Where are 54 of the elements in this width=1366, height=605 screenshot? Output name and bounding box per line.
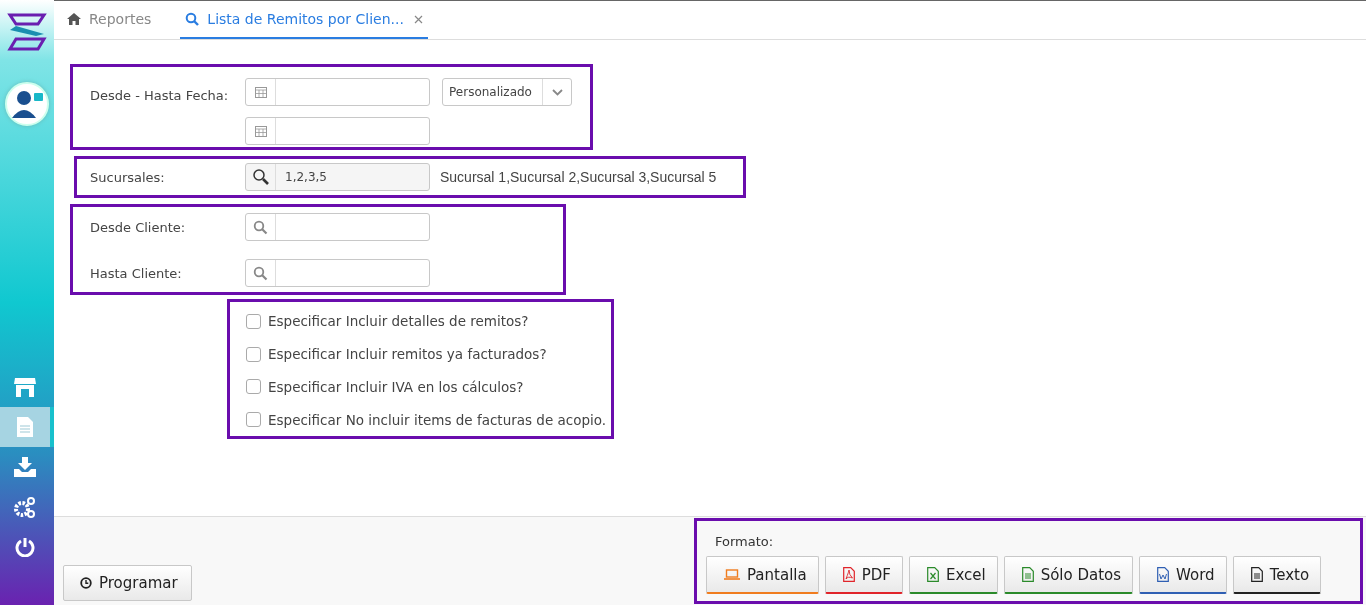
logo-icon <box>6 12 48 52</box>
word-file-icon <box>1157 567 1170 582</box>
date-field[interactable] <box>245 78 430 106</box>
format-button[interactable]: PDF <box>824 556 903 594</box>
format-button[interactable]: Excel <box>908 556 998 594</box>
clock-icon <box>80 577 92 589</box>
store-icon <box>14 376 36 398</box>
tab[interactable]: Reportes <box>62 1 157 39</box>
field-label: Desde - Hasta Fecha: <box>90 88 230 105</box>
checkbox[interactable] <box>246 379 261 395</box>
search-icon <box>253 219 268 235</box>
checkbox[interactable] <box>246 313 261 329</box>
excel-file-icon <box>926 567 939 582</box>
tab[interactable]: Lista de Remitos por Clien... <box>180 1 428 39</box>
search-icon <box>253 265 268 281</box>
branches-field[interactable]: 1,2,3,5 <box>245 163 430 191</box>
checkbox[interactable] <box>246 412 261 428</box>
field-label: Hasta Cliente: <box>90 265 183 281</box>
checkbox-label: Especificar No incluir items de facturas de acopio. <box>268 411 607 428</box>
tab-label: Lista de Remitos por Clien... <box>207 11 404 27</box>
pdf-file-icon <box>842 567 855 582</box>
field-label: Desde Cliente: <box>90 219 187 235</box>
tab-label: Reportes <box>89 11 152 27</box>
branch-names: Sucursal 1,Sucursal 2,Sucursal 3,Sucursal 5 <box>440 169 717 185</box>
checkbox-label: Especificar Incluir detalles de remitos? <box>268 313 529 330</box>
client-field[interactable] <box>245 259 430 287</box>
field-label: Sucursales: <box>90 169 166 185</box>
format-button[interactable]: Sólo Datos <box>1003 556 1134 594</box>
document-icon <box>17 417 33 437</box>
search-icon <box>185 12 200 26</box>
user-avatar[interactable] <box>5 82 49 126</box>
file-lines-icon <box>1021 567 1034 582</box>
home-icon <box>67 13 81 25</box>
download-icon <box>14 457 36 477</box>
power-icon <box>15 537 35 557</box>
close-icon[interactable] <box>413 14 423 24</box>
schedule-button[interactable]: Programar <box>63 565 192 601</box>
laptop-icon <box>724 569 740 580</box>
client-field[interactable] <box>245 213 430 241</box>
format-button[interactable]: Texto <box>1232 556 1322 594</box>
search-icon <box>251 168 270 186</box>
format-button[interactable]: Word <box>1139 556 1227 594</box>
calendar-icon <box>254 86 267 98</box>
checkbox[interactable] <box>246 346 261 362</box>
calendar-icon <box>254 125 267 137</box>
checkbox-label: Especificar Incluir IVA en los cálculos? <box>268 378 524 395</box>
file-lines-icon <box>1250 567 1263 582</box>
gears-icon <box>14 496 36 518</box>
date-field[interactable] <box>245 117 430 145</box>
format-label: Formato: <box>715 534 775 549</box>
format-button[interactable]: Pantalla <box>706 556 819 594</box>
chevron-down-icon <box>551 88 563 96</box>
period-dropdown[interactable]: Personalizado <box>442 78 572 106</box>
checkbox-label: Especificar Incluir remitos ya facturados? <box>268 346 547 363</box>
